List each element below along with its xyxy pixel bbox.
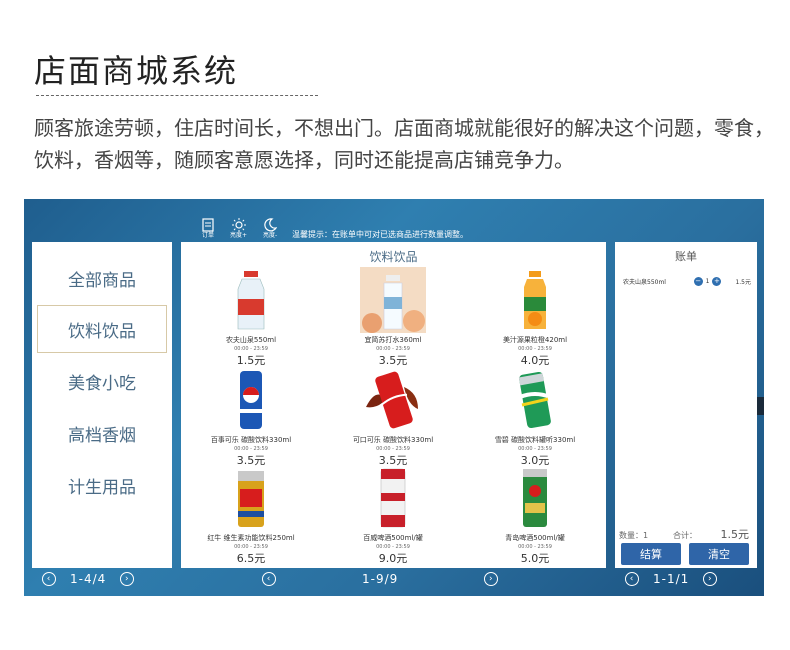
- product-name: 农夫山泉550ml: [225, 336, 277, 344]
- sun-icon: [231, 218, 246, 232]
- product-name: 美汁源果粒橙420ml: [502, 336, 568, 344]
- next-page-icon[interactable]: ›: [703, 572, 718, 586]
- left-page-indicator: 1-4/4: [70, 572, 107, 586]
- order-button[interactable]: 订单: [202, 218, 214, 239]
- title-divider: [36, 95, 318, 96]
- side-collapse-tab[interactable]: [757, 397, 764, 415]
- pepsi-can-image: [240, 371, 262, 429]
- budweiser-can-image: [380, 468, 406, 528]
- clear-button[interactable]: 清空: [689, 543, 749, 565]
- section-title: 饮料饮品: [369, 250, 418, 264]
- middle-pager: ‹ 1-9/9 ›: [262, 572, 499, 586]
- product-panel: 饮料饮品 农夫山泉550ml 00:00 - 23:59 1.5元 宜简苏打水3…: [181, 242, 606, 568]
- sprite-can-image: [518, 371, 551, 429]
- next-page-icon[interactable]: ›: [484, 572, 499, 586]
- category-cigarettes[interactable]: 高档香烟: [37, 409, 167, 457]
- product-price: 4.0元: [520, 354, 550, 367]
- bill-summary: 数量：1 合计： 1.5元: [619, 528, 753, 541]
- brightness-down-label: 亮度-: [263, 232, 278, 239]
- product-card[interactable]: 百事可乐 碳酸饮料330ml 00:00 - 23:59 3.5元: [181, 367, 321, 468]
- product-price: 3.5元: [378, 354, 408, 367]
- prev-page-icon[interactable]: ‹: [262, 572, 276, 586]
- soda-water-image: [360, 267, 426, 333]
- bill-item-qty: 1: [705, 278, 710, 285]
- brightness-up-label: 亮度+: [230, 232, 248, 239]
- bill-item-name: 农夫山泉550ml: [623, 279, 666, 286]
- prev-page-icon[interactable]: ‹: [42, 572, 56, 586]
- increase-qty-button[interactable]: +: [712, 277, 722, 286]
- checkout-button[interactable]: 结算: [621, 543, 681, 565]
- product-card[interactable]: 美汁源果粒橙420ml 00:00 - 23:59 4.0元: [465, 267, 605, 368]
- page-title: 店面商城系统: [34, 52, 239, 90]
- product-name: 百事可乐 碳酸饮料330ml: [210, 436, 292, 444]
- brightness-down-button[interactable]: 亮度-: [263, 218, 277, 239]
- category-all[interactable]: 全部商品: [37, 254, 167, 302]
- decrease-qty-button[interactable]: −: [693, 277, 703, 286]
- product-card[interactable]: 红牛 维生素功能饮料250ml 00:00 - 23:59 6.5元: [181, 465, 321, 566]
- category-snacks[interactable]: 美食小吃: [37, 357, 167, 405]
- right-pager: ‹ 1-1/1 ›: [625, 572, 718, 586]
- category-panel: 全部商品 饮料饮品 美食小吃 高档香烟 计生用品: [32, 242, 172, 568]
- bill-total-label: 合计：: [673, 531, 697, 540]
- orange-juice-image: [524, 271, 546, 329]
- bill-count: 数量：1: [619, 531, 649, 540]
- product-card[interactable]: 农夫山泉550ml 00:00 - 23:59 1.5元: [181, 267, 321, 368]
- category-drinks[interactable]: 饮料饮品: [37, 305, 167, 353]
- product-price: 5.0元: [520, 552, 550, 565]
- product-name: 雪碧 碳酸饮料罐听330ml: [494, 436, 576, 444]
- bill-panel: 账单 农夫山泉550ml − 1 + 1.5元 数量：1 合计： 1.5元 结算…: [615, 242, 757, 568]
- moon-icon: [264, 218, 278, 232]
- bill-total: 1.5元: [720, 528, 750, 541]
- coca-cola-can-image: [366, 371, 418, 429]
- product-name: 可口可乐 碳酸饮料330ml: [352, 436, 434, 444]
- right-page-indicator: 1-1/1: [653, 572, 690, 586]
- product-name: 青岛啤酒500ml/罐: [505, 534, 565, 542]
- red-bull-can-image: [238, 471, 264, 527]
- water-bottle-image: [237, 271, 265, 330]
- bill-item-price: 1.5元: [735, 279, 751, 286]
- middle-page-indicator: 1-9/9: [362, 572, 399, 586]
- prev-page-icon[interactable]: ‹: [625, 572, 639, 586]
- next-page-icon[interactable]: ›: [120, 572, 135, 586]
- bill-title: 账单: [675, 250, 697, 263]
- product-name: 红牛 维生素功能饮料250ml: [207, 534, 295, 542]
- product-card[interactable]: 宜简苏打水360ml 00:00 - 23:59 3.5元: [323, 267, 463, 368]
- tsingtao-can-image: [523, 469, 547, 527]
- product-price: 1.5元: [236, 354, 266, 367]
- left-pager: ‹ 1-4/4 ›: [42, 572, 135, 586]
- product-price: 9.0元: [378, 552, 408, 565]
- tip-text: 温馨提示：在账单中可对已选商品进行数量调整。: [292, 230, 468, 239]
- category-family-planning[interactable]: 计生用品: [37, 461, 167, 509]
- order-label: 订单: [202, 232, 215, 239]
- product-card[interactable]: 百威啤酒500ml/罐 00:00 - 23:59 9.0元: [323, 465, 463, 566]
- product-card[interactable]: 雪碧 碳酸饮料罐听330ml 00:00 - 23:59 3.0元: [465, 367, 605, 468]
- toolbar: 订单 亮度+ 亮度-: [202, 215, 277, 239]
- product-name: 宜简苏打水360ml: [364, 336, 422, 344]
- page-description: 顾客旅途劳顿，住店时间长，不想出门。店面商城就能很好的解决这个问题，零食，饮料，…: [34, 116, 774, 172]
- product-price: 6.5元: [236, 552, 266, 565]
- brightness-up-button[interactable]: 亮度+: [230, 218, 247, 239]
- order-icon: [202, 218, 214, 232]
- product-card[interactable]: 可口可乐 碳酸饮料330ml 00:00 - 23:59 3.5元: [323, 367, 463, 468]
- bill-line-item: 农夫山泉550ml − 1 + 1.5元: [623, 277, 751, 286]
- product-name: 百威啤酒500ml/罐: [363, 534, 423, 542]
- shop-screen: 订单 亮度+ 亮度- 温馨提示：在账单中可对已选商品进行数量调整。 全部商品 饮…: [24, 199, 764, 596]
- product-card[interactable]: 青岛啤酒500ml/罐 00:00 - 23:59 5.0元: [465, 465, 605, 566]
